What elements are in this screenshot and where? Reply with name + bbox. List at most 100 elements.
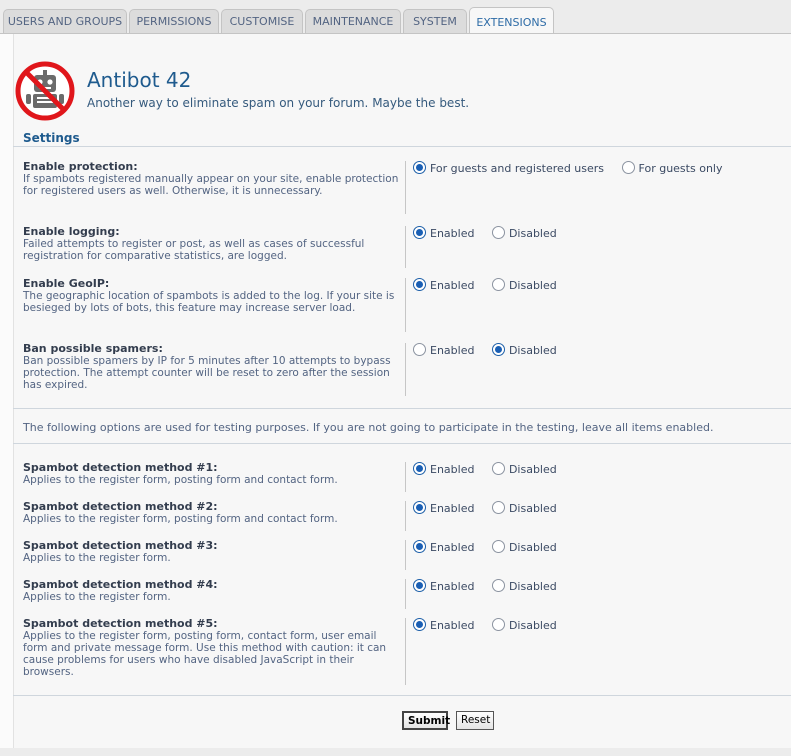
column-divider — [405, 540, 406, 570]
setting-label: Enable GeoIP: The geographic location of… — [23, 277, 399, 315]
setting-title: Enable GeoIP: — [23, 277, 110, 290]
radio-group: Enabled Disabled — [413, 462, 571, 476]
radio-button[interactable] — [491, 579, 505, 592]
radio-button[interactable] — [491, 618, 505, 631]
radio-button-checked[interactable] — [413, 462, 426, 475]
radio-button[interactable] — [491, 226, 505, 239]
setting-description: Applies to the register form, posting fo… — [23, 630, 387, 678]
setting-title: Spambot detection method #1: — [23, 461, 218, 474]
radio-label: Enabled — [430, 580, 475, 593]
setting-label: Spambot detection method #1: Applies to … — [23, 461, 399, 487]
radio-option-enabled[interactable]: Enabled — [413, 579, 474, 593]
radio-button-checked[interactable] — [491, 343, 505, 356]
radio-label: Disabled — [508, 541, 557, 554]
radio-group: Enabled Disabled — [413, 278, 571, 292]
radio-button-checked[interactable] — [413, 540, 426, 553]
radio-option-disabled[interactable]: Disabled — [491, 278, 557, 292]
radio-button[interactable] — [491, 462, 505, 475]
tab-users-and-groups[interactable]: USERS AND GROUPS — [3, 9, 127, 33]
radio-option-enabled[interactable]: Enabled — [413, 343, 474, 357]
radio-label: Disabled — [508, 463, 557, 476]
radio-label: For guests and registered users — [430, 162, 605, 175]
reset-button[interactable]: Reset — [456, 711, 494, 730]
setting-title: Spambot detection method #3: — [23, 539, 218, 552]
page-subtitle: Another way to eliminate spam on your fo… — [87, 96, 470, 110]
radio-group: Enabled Disabled — [413, 579, 571, 593]
column-divider — [405, 226, 406, 268]
tab-permissions[interactable]: PERMISSIONS — [129, 9, 219, 33]
setting-label: Spambot detection method #2: Applies to … — [23, 501, 399, 526]
setting-description: Applies to the register form. — [23, 552, 171, 564]
tab-maintenance[interactable]: MAINTENANCE — [305, 9, 401, 33]
radio-label: Enabled — [430, 344, 475, 357]
setting-row-method-2: Spambot detection method #2: Applies to … — [23, 501, 791, 531]
radio-label: Disabled — [508, 279, 557, 292]
radio-button[interactable] — [413, 343, 426, 356]
radio-option-enabled[interactable]: Enabled — [413, 501, 474, 515]
radio-label: Enabled — [430, 502, 475, 515]
radio-button-checked[interactable] — [413, 501, 426, 514]
setting-description: Applies to the register form. — [23, 591, 171, 603]
radio-label: Enabled — [430, 619, 475, 632]
divider — [13, 695, 791, 696]
column-divider — [405, 501, 406, 531]
tab-customise[interactable]: CUSTOMISE — [221, 9, 303, 33]
radio-button[interactable] — [621, 161, 635, 174]
radio-group: Enabled Disabled — [413, 343, 571, 357]
tab-system[interactable]: SYSTEM — [403, 9, 467, 33]
setting-label: Spambot detection method #5: Applies to … — [23, 617, 399, 679]
testing-note: The following options are used for testi… — [23, 421, 714, 434]
setting-title: Spambot detection method #5: — [23, 617, 218, 630]
setting-label: Spambot detection method #4: Applies to … — [23, 578, 399, 604]
setting-row-method-5: Spambot detection method #5: Applies to … — [23, 618, 791, 686]
radio-button-checked[interactable] — [413, 579, 426, 592]
divider — [13, 408, 791, 409]
column-divider — [405, 618, 406, 685]
radio-label: Disabled — [508, 619, 557, 632]
radio-option-disabled[interactable]: Disabled — [491, 226, 557, 240]
radio-button-checked[interactable] — [413, 278, 426, 291]
radio-option-enabled[interactable]: Enabled — [413, 540, 474, 554]
radio-option-disabled[interactable]: Disabled — [491, 343, 557, 357]
radio-label: Enabled — [430, 279, 475, 292]
radio-option-guests-and-registered[interactable]: For guests and registered users — [413, 161, 604, 175]
setting-row-ban-possible-spamers: Ban possible spamers: Ban possible spame… — [23, 343, 791, 398]
radio-button[interactable] — [491, 278, 505, 291]
radio-button[interactable] — [491, 501, 505, 514]
radio-option-enabled[interactable]: Enabled — [413, 226, 474, 240]
radio-option-enabled[interactable]: Enabled — [413, 618, 474, 632]
radio-option-disabled[interactable]: Disabled — [491, 462, 557, 476]
radio-group: Enabled Disabled — [413, 226, 571, 240]
divider — [13, 443, 791, 444]
radio-button-checked[interactable] — [413, 226, 426, 239]
setting-title: Spambot detection method #4: — [23, 578, 218, 591]
setting-label: Spambot detection method #3: Applies to … — [23, 539, 399, 565]
radio-option-enabled[interactable]: Enabled — [413, 278, 474, 292]
radio-button-checked[interactable] — [413, 618, 426, 631]
column-divider — [405, 462, 406, 492]
setting-row-method-1: Spambot detection method #1: Applies to … — [23, 462, 791, 492]
radio-option-disabled[interactable]: Disabled — [491, 501, 557, 515]
radio-group: Enabled Disabled — [413, 501, 571, 515]
submit-button[interactable]: Submit — [402, 711, 450, 730]
radio-option-guests-only[interactable]: For guests only — [621, 161, 722, 175]
setting-title: Ban possible spamers: — [23, 342, 163, 355]
setting-title: Enable logging: — [23, 225, 120, 238]
setting-description: Applies to the register form, posting fo… — [23, 513, 338, 525]
radio-button[interactable] — [491, 540, 505, 553]
radio-button-checked[interactable] — [413, 161, 426, 174]
radio-option-disabled[interactable]: Disabled — [491, 618, 557, 632]
page-title: Antibot 42 — [87, 68, 192, 92]
column-divider — [405, 161, 406, 214]
tab-bar: USERS AND GROUPS PERMISSIONS CUSTOMISE M… — [0, 0, 791, 34]
radio-group: Enabled Disabled — [413, 540, 571, 554]
no-robot-icon — [15, 61, 75, 121]
radio-group: Enabled Disabled — [413, 618, 571, 632]
setting-description: Applies to the register form, posting fo… — [23, 474, 338, 486]
radio-option-disabled[interactable]: Disabled — [491, 579, 557, 593]
setting-description: The geographic location of spambots is a… — [23, 290, 395, 314]
setting-label: Ban possible spamers: Ban possible spame… — [23, 342, 399, 392]
radio-option-disabled[interactable]: Disabled — [491, 540, 557, 554]
radio-option-enabled[interactable]: Enabled — [413, 462, 474, 476]
tab-extensions[interactable]: EXTENSIONS — [469, 7, 554, 34]
